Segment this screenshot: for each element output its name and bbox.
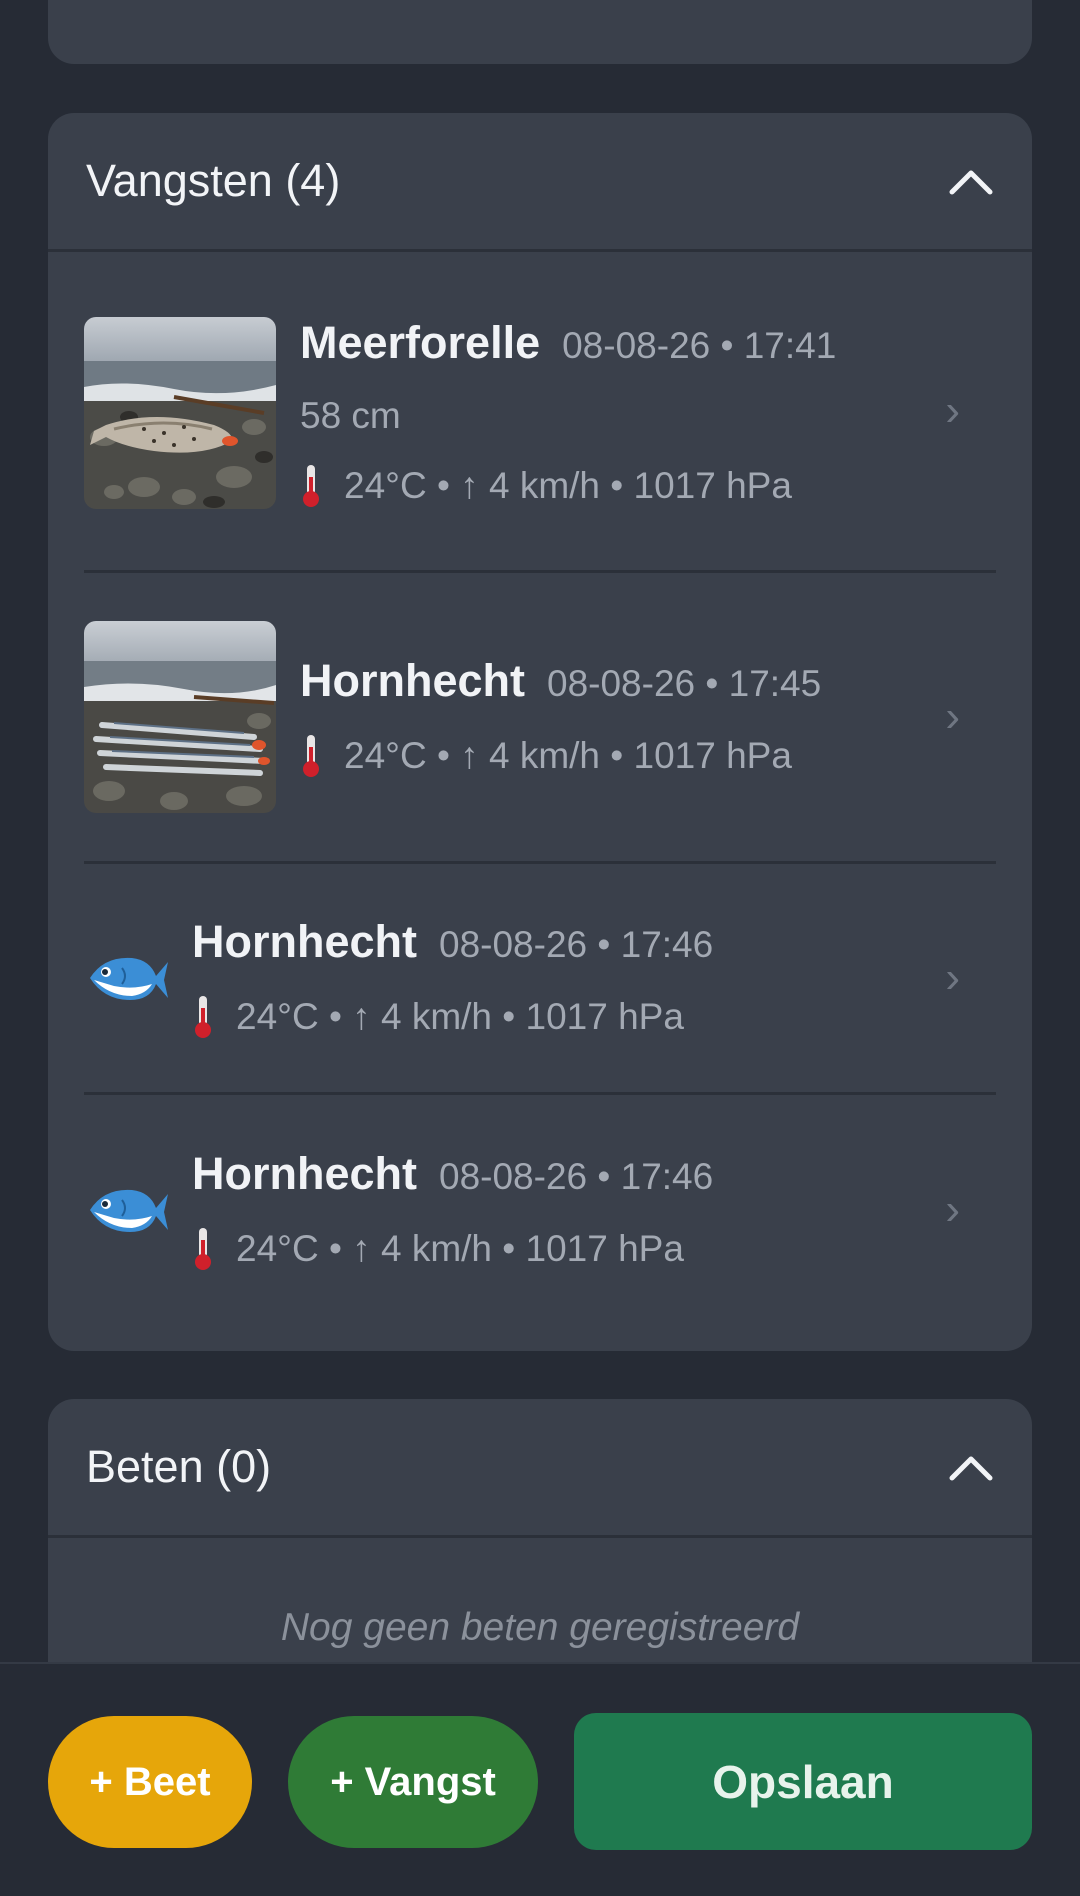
action-bar: + Beet + Vangst Opslaan (0, 1662, 1080, 1896)
catch-weather-text: 24°C • ↑ 4 km/h • 1017 hPa (236, 1227, 684, 1269)
thermometer-icon (192, 994, 214, 1040)
catch-species: Hornhecht (192, 1147, 417, 1199)
chevron-up-icon[interactable] (948, 1452, 994, 1482)
catch-row[interactable]: Meerforelle 08-08-26 • 17:41 58 cm 24°C … (84, 252, 996, 573)
bites-empty-message: Nog geen beten geregistreerd (280, 1606, 800, 1649)
thermometer-icon (300, 733, 322, 779)
add-bite-button[interactable]: + Beet (48, 1716, 252, 1848)
catch-datetime: 08-08-26 • 17:46 (439, 1155, 714, 1197)
chevron-up-icon[interactable] (948, 166, 994, 196)
fish-icon (84, 1178, 168, 1242)
catch-row[interactable]: Hornhecht 08-08-26 • 17:46 24°C • ↑ 4 km… (84, 864, 996, 1095)
add-catch-button[interactable]: + Vangst (288, 1716, 538, 1848)
chevron-right-icon: › (945, 386, 960, 435)
catch-weather: 24°C • ↑ 4 km/h • 1017 hPa (300, 733, 996, 779)
catches-title: Vangsten (4) (86, 155, 341, 206)
previous-section-card (48, 0, 1032, 64)
save-button[interactable]: Opslaan (574, 1713, 1032, 1850)
chevron-right-icon: › (945, 1184, 960, 1234)
bites-header[interactable]: Beten (0) (48, 1399, 1032, 1538)
catch-weather: 24°C • ↑ 4 km/h • 1017 hPa (300, 463, 996, 509)
catch-photo (84, 317, 276, 509)
thermometer-icon (300, 463, 322, 509)
catch-datetime: 08-08-26 • 17:46 (439, 924, 714, 965)
screen: Vangsten (4) Meerforelle 08-08-26 • 17:4… (0, 0, 1080, 1896)
catch-datetime: 08-08-26 • 17:41 (562, 325, 837, 366)
chevron-right-icon: › (945, 953, 960, 1002)
catch-weather-text: 24°C • ↑ 4 km/h • 1017 hPa (236, 996, 684, 1037)
catch-weather: 24°C • ↑ 4 km/h • 1017 hPa (192, 994, 996, 1040)
catch-row[interactable]: Hornhecht 08-08-26 • 17:45 24°C • ↑ 4 km… (84, 573, 996, 864)
catch-weather: 24°C • ↑ 4 km/h • 1017 hPa (192, 1226, 996, 1272)
catch-row[interactable]: Hornhecht 08-08-26 • 17:46 24°C • ↑ 4 km… (84, 1095, 996, 1324)
catch-size: 58 cm (300, 395, 401, 436)
catch-list: Meerforelle 08-08-26 • 17:41 58 cm 24°C … (48, 252, 1032, 1324)
catch-datetime: 08-08-26 • 17:45 (547, 663, 822, 704)
thermometer-icon (192, 1226, 214, 1272)
catch-species: Hornhecht (192, 916, 417, 967)
catches-header[interactable]: Vangsten (4) (48, 113, 1032, 252)
catches-section: Vangsten (4) Meerforelle 08-08-26 • 17:4… (48, 113, 1032, 1351)
fish-icon (84, 946, 168, 1010)
catch-weather-text: 24°C • ↑ 4 km/h • 1017 hPa (344, 465, 792, 506)
catch-weather-text: 24°C • ↑ 4 km/h • 1017 hPa (344, 735, 792, 776)
bites-title: Beten (0) (86, 1441, 272, 1492)
catch-species: Meerforelle (300, 317, 541, 368)
chevron-right-icon: › (945, 692, 960, 741)
catch-photo (84, 621, 276, 813)
catch-species: Hornhecht (300, 655, 525, 706)
